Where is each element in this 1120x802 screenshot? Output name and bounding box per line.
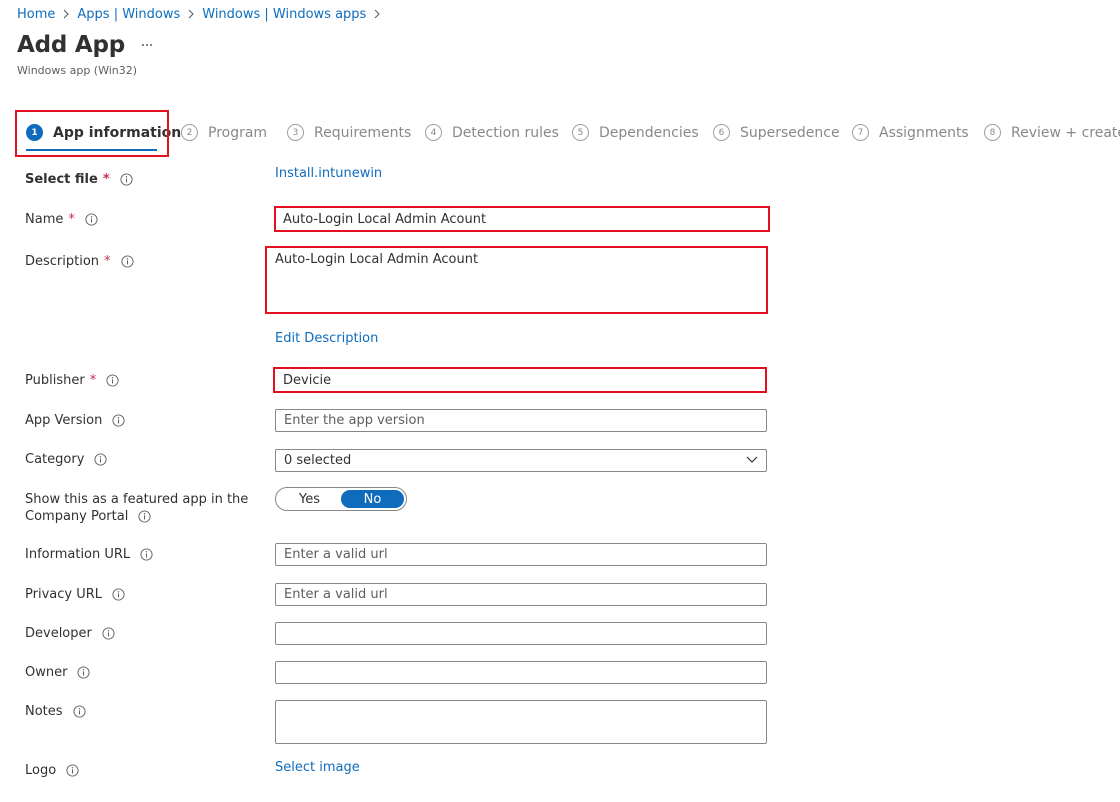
field-label-text: Logo xyxy=(25,763,57,778)
tab-label: Supersedence xyxy=(740,124,840,141)
info-icon[interactable] xyxy=(66,764,79,777)
info-icon[interactable] xyxy=(102,627,115,640)
edit-description-link[interactable]: Edit Description xyxy=(275,331,378,346)
name-label: Name * xyxy=(25,212,98,227)
developer-input[interactable] xyxy=(275,622,767,645)
field-label-text: App Version xyxy=(25,413,103,428)
more-options-button[interactable] xyxy=(138,36,156,54)
info-icon[interactable] xyxy=(112,588,125,601)
notes-label: Notes xyxy=(25,704,86,719)
info-icon[interactable] xyxy=(72,705,86,718)
owner-input[interactable] xyxy=(275,661,767,684)
field-label-text: Owner xyxy=(25,665,68,680)
publisher-input[interactable]: Devicie xyxy=(275,369,767,392)
tab-label: Requirements xyxy=(314,124,412,141)
field-label-text: Description xyxy=(25,254,100,269)
tab-dependencies[interactable]: 5 Dependencies xyxy=(572,124,699,141)
chevron-right-icon xyxy=(366,5,388,23)
name-input[interactable]: Auto-Login Local Admin Acount xyxy=(275,208,767,231)
field-label-text: Name xyxy=(25,212,64,227)
notes-textarea[interactable] xyxy=(275,700,767,744)
toggle-yes[interactable]: Yes xyxy=(278,490,341,508)
breadcrumb-windows-apps[interactable]: Windows | Windows apps xyxy=(202,7,366,22)
tab-assignments[interactable]: 7 Assignments xyxy=(852,124,969,141)
tab-label: Detection rules xyxy=(452,124,559,141)
page-subtitle: Windows app (Win32) xyxy=(17,64,138,77)
step-number: 6 xyxy=(713,124,730,141)
category-label: Category xyxy=(25,452,107,467)
app-version-label: App Version xyxy=(25,413,125,428)
description-label: Description * xyxy=(25,254,134,269)
breadcrumb-home[interactable]: Home xyxy=(17,7,55,22)
field-label-text: Notes xyxy=(25,704,63,719)
required-marker: * xyxy=(68,212,75,227)
chevron-right-icon xyxy=(55,5,77,23)
step-number: 1 xyxy=(26,124,43,141)
toggle-no[interactable]: No xyxy=(341,490,404,508)
field-label-text: Category xyxy=(25,452,85,467)
developer-label: Developer xyxy=(25,626,115,641)
owner-label: Owner xyxy=(25,665,91,680)
privacy-url-label: Privacy URL xyxy=(25,587,125,602)
logo-label: Logo xyxy=(25,763,79,778)
chevron-right-icon xyxy=(180,5,202,23)
select-image-link[interactable]: Select image xyxy=(275,760,360,775)
description-textarea[interactable]: Auto-Login Local Admin Acount xyxy=(275,248,767,312)
featured-label-line2: Company Portal xyxy=(25,509,129,524)
field-label-text: Information URL xyxy=(25,547,131,562)
tab-label: Review + create xyxy=(1011,124,1120,141)
required-marker: * xyxy=(89,373,97,388)
tab-label: Assignments xyxy=(879,124,969,141)
tab-label: App information xyxy=(53,124,182,141)
featured-app-label: Show this as a featured app in the Compa… xyxy=(25,491,248,525)
tab-label: Program xyxy=(208,124,268,141)
step-number: 7 xyxy=(852,124,869,141)
info-icon[interactable] xyxy=(120,173,133,186)
featured-label-line1: Show this as a featured app in the xyxy=(25,492,249,507)
breadcrumb-apps-windows[interactable]: Apps | Windows xyxy=(77,7,180,22)
page-title: Add App xyxy=(17,32,126,58)
category-dropdown[interactable]: 0 selected xyxy=(275,449,767,472)
chevron-down-icon xyxy=(746,456,758,463)
tab-label: Dependencies xyxy=(599,124,699,141)
step-number: 4 xyxy=(425,124,442,141)
info-icon[interactable] xyxy=(138,510,151,523)
step-number: 5 xyxy=(572,124,589,141)
category-value: 0 selected xyxy=(284,453,352,468)
info-icon[interactable] xyxy=(120,255,134,268)
field-label-text: Select file xyxy=(25,172,98,187)
select-file-label: Select file * xyxy=(25,172,133,187)
tab-requirements[interactable]: 3 Requirements xyxy=(287,124,411,141)
info-icon[interactable] xyxy=(77,666,91,679)
step-number: 3 xyxy=(287,124,304,141)
wizard-tabs: 1 App information 2 Program 3 Requiremen… xyxy=(0,112,1120,156)
info-icon[interactable] xyxy=(106,374,119,387)
information-url-label: Information URL xyxy=(25,547,153,562)
privacy-url-input[interactable]: Enter a valid url xyxy=(275,583,767,606)
active-tab-indicator xyxy=(26,149,157,151)
step-number: 8 xyxy=(984,124,1001,141)
tab-app-information[interactable]: 1 App information xyxy=(26,124,181,141)
step-number: 2 xyxy=(181,124,198,141)
app-version-input[interactable]: Enter the app version xyxy=(275,409,767,432)
tab-supersedence[interactable]: 6 Supersedence xyxy=(713,124,840,141)
info-icon[interactable] xyxy=(140,548,153,561)
featured-app-toggle[interactable]: Yes No xyxy=(275,487,407,511)
tab-review-create[interactable]: 8 Review + create xyxy=(984,124,1120,141)
info-icon[interactable] xyxy=(94,453,107,466)
field-label-text: Developer xyxy=(25,626,92,641)
required-marker: * xyxy=(104,254,111,269)
tab-detection-rules[interactable]: 4 Detection rules xyxy=(425,124,559,141)
info-icon[interactable] xyxy=(112,414,125,427)
breadcrumb: Home Apps | Windows Windows | Windows ap… xyxy=(17,5,388,23)
publisher-label: Publisher * xyxy=(25,373,119,388)
tab-program[interactable]: 2 Program xyxy=(181,124,267,141)
information-url-input[interactable]: Enter a valid url xyxy=(275,543,767,566)
field-label-text: Privacy URL xyxy=(25,587,102,602)
info-icon[interactable] xyxy=(85,213,98,226)
field-label-text: Publisher xyxy=(25,373,85,388)
required-marker: * xyxy=(102,172,110,187)
select-file-link[interactable]: Install.intunewin xyxy=(275,166,382,181)
